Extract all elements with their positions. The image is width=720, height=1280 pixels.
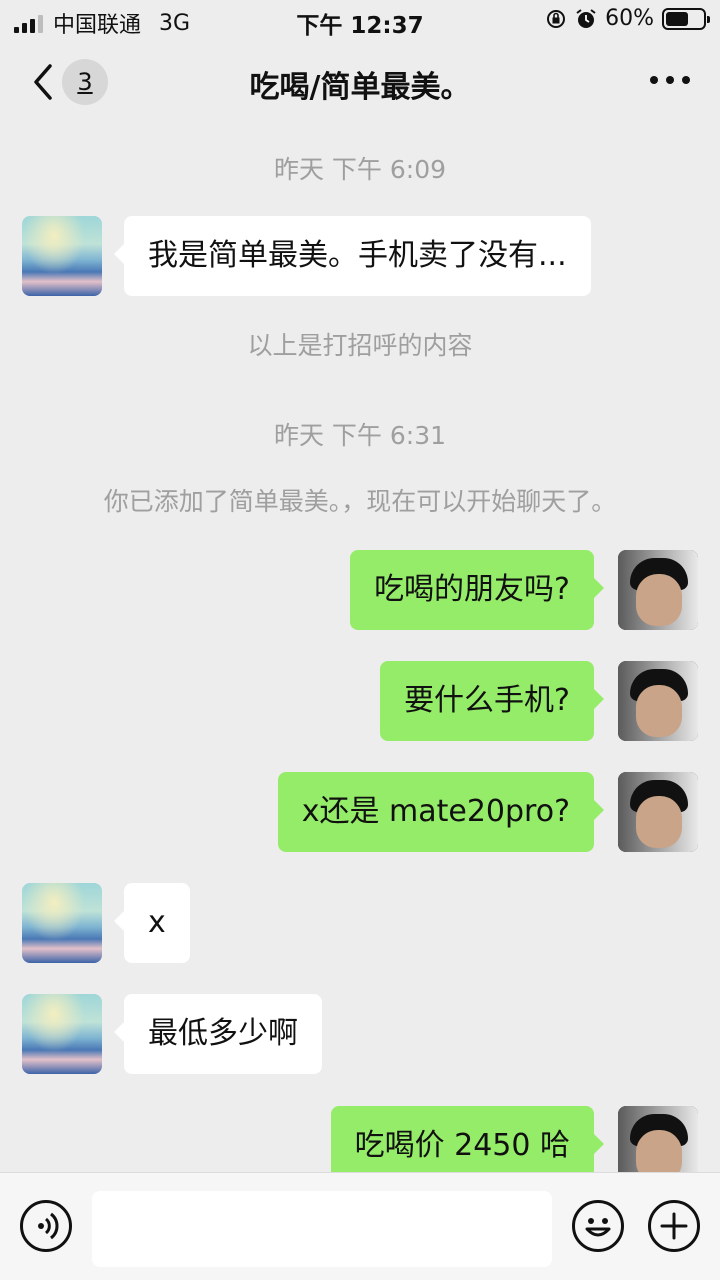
battery-fill <box>666 11 688 26</box>
alarm-icon <box>576 8 596 28</box>
emoji-icon[interactable] <box>572 1200 624 1252</box>
outgoing-message[interactable]: 吃喝的朋友吗? <box>350 550 604 630</box>
my-avatar[interactable] <box>618 1106 698 1172</box>
back-icon[interactable] <box>30 62 60 102</box>
outgoing-message[interactable]: 吃喝价 2450 哈 <box>330 1106 605 1172</box>
my-avatar[interactable] <box>618 772 698 852</box>
contact-avatar[interactable] <box>22 216 102 296</box>
chat-area[interactable]: 昨天 下午 6:09 我是简单最美。手机卖了没有... 以上是打招呼的内容 昨天… <box>0 126 720 1172</box>
timestamp: 昨天 下午 6:09 <box>273 155 447 184</box>
chat-title: 吃喝/简单最美。 <box>249 70 471 105</box>
outgoing-message[interactable]: x还是 mate20pro? <box>277 772 605 852</box>
orientation-lock-icon <box>547 9 566 28</box>
chat-title-wrap: 吃喝/简单最美。 <box>0 62 720 106</box>
incoming-message[interactable]: 最低多少啊 <box>114 994 322 1074</box>
status-right: 60% <box>545 6 710 31</box>
timestamp: 昨天 下午 6:31 <box>273 421 447 450</box>
my-avatar[interactable] <box>618 550 698 630</box>
status-bar: 中国联通 3G 下午 12:37 60% <box>0 0 720 40</box>
greeting-note: 以上是打招呼的内容 <box>247 331 473 360</box>
outgoing-message[interactable]: 要什么手机? <box>380 661 604 741</box>
voice-icon[interactable] <box>20 1200 72 1252</box>
input-bar <box>0 1172 720 1280</box>
contact-avatar[interactable] <box>22 883 102 963</box>
incoming-message[interactable]: x <box>114 883 190 963</box>
more-icon[interactable] <box>650 76 690 84</box>
contact-avatar[interactable] <box>22 994 102 1074</box>
plus-icon[interactable] <box>648 1200 700 1252</box>
incoming-message[interactable]: 我是简单最美。手机卖了没有... <box>114 216 591 296</box>
added-notice: 你已添加了简单最美。，现在可以开始聊天了。 <box>103 487 617 516</box>
my-avatar[interactable] <box>618 661 698 741</box>
battery-icon <box>662 7 710 30</box>
message-input[interactable] <box>92 1191 552 1267</box>
unread-count-badge[interactable]: 3 <box>62 59 108 105</box>
nav-bar: 3 吃喝/简单最美。 <box>0 40 720 126</box>
battery-percent: 60% <box>605 6 654 31</box>
